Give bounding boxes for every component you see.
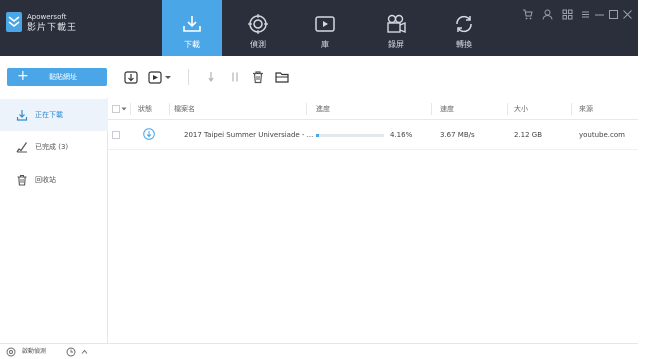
folder-icon[interactable] <box>275 70 289 84</box>
progress-bar <box>316 134 384 137</box>
column-divider <box>571 103 572 115</box>
download-table: 狀態 檔案名 進度 速度 大小 來源 2017 Taipei Summer Un… <box>108 98 638 343</box>
file-source: youtube.com <box>579 131 625 139</box>
library-icon <box>315 16 335 32</box>
detect-icon <box>248 14 268 34</box>
sidebar-item-label: 已完成 (3) <box>35 143 69 151</box>
column-divider <box>169 103 170 115</box>
toolbar: + 黏貼網址 <box>0 56 638 98</box>
user-icon[interactable] <box>542 9 553 20</box>
timer-icon[interactable] <box>66 347 76 357</box>
select-all-checkbox[interactable] <box>112 105 120 113</box>
header-status[interactable]: 狀態 <box>138 104 152 114</box>
download-icon <box>16 110 28 121</box>
paste-url-button[interactable]: + 黏貼網址 <box>7 68 107 86</box>
title-bar: Apowersoft 影片下載王 下載 偵測 庫 錄屏 轉換 <box>0 0 638 56</box>
file-size: 2.12 GB <box>514 131 543 139</box>
maximize-icon[interactable] <box>608 9 619 20</box>
detect-icon <box>6 347 16 357</box>
sidebar-item-label: 正在下載 <box>35 111 63 119</box>
dropdown-icon[interactable] <box>164 70 172 84</box>
convert-icon <box>456 15 472 33</box>
window-margin <box>638 0 657 359</box>
tab-download[interactable]: 下載 <box>162 0 222 56</box>
import-icon[interactable] <box>124 70 138 84</box>
header-filename[interactable]: 檔案名 <box>174 104 195 114</box>
sidebar-item-label: 回收站 <box>35 176 56 184</box>
trash-icon <box>17 174 27 186</box>
column-divider <box>431 103 432 115</box>
downloading-status-icon <box>143 128 155 140</box>
tab-detect[interactable]: 偵測 <box>228 0 288 56</box>
progress-percent: 4.16% <box>390 131 413 139</box>
menu-icon[interactable] <box>580 9 591 20</box>
row-checkbox[interactable] <box>112 131 120 139</box>
header-speed[interactable]: 速度 <box>440 104 454 114</box>
chevron-up-icon[interactable] <box>81 349 88 355</box>
brand-name: Apowersoft <box>27 13 67 21</box>
tab-label: 轉換 <box>456 40 472 49</box>
header-progress[interactable]: 進度 <box>316 104 330 114</box>
table-header: 狀態 檔案名 進度 速度 大小 來源 <box>108 98 638 120</box>
pause-icon[interactable] <box>228 70 242 84</box>
delete-icon[interactable] <box>251 70 265 84</box>
column-divider <box>306 103 307 115</box>
paste-url-label: 黏貼網址 <box>49 73 77 81</box>
tab-library[interactable]: 庫 <box>295 0 355 56</box>
file-name: 2017 Taipei Summer Universiade - ... <box>184 131 314 139</box>
tab-record[interactable]: 錄屏 <box>366 0 426 56</box>
sidebar: 正在下載 已完成 (3) 回收站 <box>0 98 108 343</box>
header-size[interactable]: 大小 <box>514 104 528 114</box>
column-divider <box>507 103 508 115</box>
resume-icon[interactable] <box>204 70 218 84</box>
auto-detect-toggle[interactable]: 啟動偵測 <box>22 347 46 357</box>
download-icon <box>183 16 201 32</box>
video-add-icon[interactable] <box>148 70 162 84</box>
app-window: Apowersoft 影片下載王 下載 偵測 庫 錄屏 轉換 + 黏貼網址 正在… <box>0 0 657 359</box>
brand: Apowersoft 影片下載王 <box>27 13 77 34</box>
sort-dropdown-icon[interactable] <box>121 106 127 112</box>
cart-icon[interactable] <box>522 9 533 20</box>
sidebar-item-completed[interactable]: 已完成 (3) <box>0 131 108 163</box>
sidebar-item-downloading[interactable]: 正在下載 <box>0 99 108 131</box>
status-bar: 啟動偵測 <box>0 343 638 359</box>
plus-icon: + <box>17 68 29 84</box>
download-speed: 3.67 MB/s <box>440 131 475 139</box>
header-source[interactable]: 來源 <box>579 104 593 114</box>
record-icon <box>387 14 406 34</box>
check-icon <box>16 142 27 153</box>
close-icon[interactable] <box>622 9 633 20</box>
tab-label: 庫 <box>321 40 329 49</box>
column-divider <box>130 103 131 115</box>
product-name: 影片下載王 <box>27 23 78 33</box>
progress-fill <box>316 134 319 137</box>
tab-label: 錄屏 <box>388 40 404 49</box>
tab-label: 偵測 <box>250 40 266 49</box>
tab-label: 下載 <box>184 40 200 49</box>
app-logo-icon <box>6 12 22 32</box>
grid-icon[interactable] <box>562 9 573 20</box>
sidebar-item-trash[interactable]: 回收站 <box>0 164 108 196</box>
minimize-icon[interactable] <box>594 9 605 20</box>
toolbar-divider <box>188 69 189 85</box>
table-row[interactable]: 2017 Taipei Summer Universiade - ... 4.1… <box>108 120 638 150</box>
tab-convert[interactable]: 轉換 <box>434 0 494 56</box>
